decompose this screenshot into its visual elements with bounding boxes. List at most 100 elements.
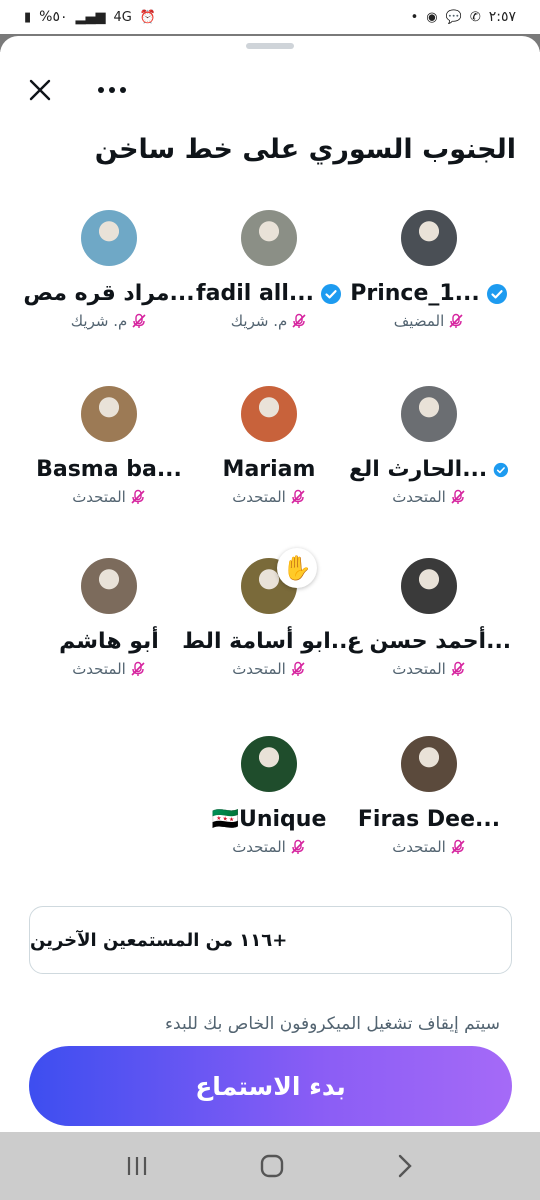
speaker-name: ابو أسامة الط... (182, 629, 356, 654)
close-icon (29, 79, 51, 101)
more-dot-icon (98, 87, 104, 93)
battery-icon: ▮ (24, 9, 32, 25)
speaker-name: fadil all... (189, 281, 349, 306)
mic-off-icon (292, 313, 306, 328)
chat-icon: 💬 (445, 9, 462, 25)
speaker-card[interactable]: 🇸🇾Unique المتحدث (189, 736, 349, 856)
speaker-name: Mariam (189, 457, 349, 482)
speaker-role: م. شريك (29, 312, 189, 330)
speaker-name-text: Prince_1... (350, 281, 480, 306)
speaker-name: 🇸🇾Unique (189, 807, 349, 832)
speaker-name-text: أبو هاشم (59, 629, 159, 654)
speaker-role: المتحدث (189, 838, 349, 856)
mic-off-icon (131, 661, 145, 676)
speaker-role: المتحدث (349, 660, 509, 678)
verified-badge-icon (486, 283, 507, 304)
listeners-count-card[interactable]: +١١٦ من المستمعين الآخرين (29, 906, 512, 974)
system-nav-bar (0, 1132, 540, 1200)
speaker-name-text: الحارث الع... (349, 457, 488, 482)
avatar[interactable] (401, 210, 457, 266)
home-icon[interactable] (257, 1151, 287, 1181)
app-icon: ◉ (426, 9, 438, 25)
mic-note: سيتم إيقاف تشغيل الميكروفون الخاص بك للب… (165, 1014, 500, 1034)
speaker-card[interactable]: Basma ba... المتحدث (29, 386, 189, 506)
speaker-role-text: المتحدث (72, 660, 126, 678)
speaker-card[interactable]: Prince_1... المضيف (349, 210, 509, 330)
alarm-icon: ⏰ (139, 9, 157, 25)
mic-off-icon (449, 313, 463, 328)
speaker-card[interactable]: ✋ ابو أسامة الط... المتحدث (182, 548, 356, 678)
speaker-role-text: المتحدث (392, 838, 446, 856)
sheet-grabber[interactable] (246, 43, 294, 49)
avatar[interactable] (401, 386, 457, 442)
status-right: • ◉ 💬 ✆ ٢:٥٧ (411, 9, 516, 25)
speaker-role: المضيف (349, 312, 509, 330)
speaker-role: المتحدث (189, 488, 349, 506)
network-type: 4G (113, 9, 132, 25)
avatar[interactable] (241, 386, 297, 442)
space-title: الجنوب السوري على خط ساخن (94, 134, 516, 165)
mic-off-icon (291, 839, 305, 854)
start-listening-button[interactable]: بدء الاستماع (29, 1046, 512, 1126)
avatar[interactable] (241, 736, 297, 792)
speaker-name: أبو هاشم (29, 629, 189, 654)
speaker-name: Prince_1... (349, 281, 509, 306)
clock: ٢:٥٧ (488, 9, 516, 25)
speaker-name: Basma ba... (29, 457, 189, 482)
mic-off-icon (451, 489, 465, 504)
speaker-card[interactable]: مراد قره مص... م. شريك (23, 210, 195, 330)
speaker-role: م. شريك (189, 312, 349, 330)
speaker-role: المتحدث (29, 660, 189, 678)
speaker-name: Firas Dee... (349, 807, 509, 832)
mic-off-icon (131, 489, 145, 504)
speaker-role-text: المتحدث (232, 660, 286, 678)
speaker-name: أحمد حسن ع... (347, 629, 511, 654)
recent-apps-icon[interactable] (123, 1153, 151, 1179)
avatar[interactable] (81, 210, 137, 266)
speaker-name-text: fadil all... (196, 281, 314, 306)
mic-off-icon (291, 661, 305, 676)
speaker-card[interactable]: الحارث الع... المتحدث (349, 386, 509, 506)
speaker-role-text: المتحدث (72, 488, 126, 506)
speaker-role-text: المضيف (393, 312, 445, 330)
speaker-role: المتحدث (349, 488, 509, 506)
avatar[interactable] (81, 386, 137, 442)
status-bar: ▮ %٥٠ ▂▄▆ 4G ⏰ • ◉ 💬 ✆ ٢:٥٧ (0, 0, 540, 34)
more-options-button[interactable] (92, 76, 132, 104)
dot-icon: • (410, 9, 419, 25)
speaker-card[interactable]: Firas Dee... المتحدث (349, 736, 509, 856)
speaker-card[interactable]: أحمد حسن ع... المتحدث (347, 558, 511, 678)
speaker-name-text: Firas Dee... (357, 807, 501, 832)
speaker-name-text: Mariam (222, 457, 316, 482)
verified-badge-icon (320, 283, 341, 304)
status-left: ▮ %٥٠ ▂▄▆ 4G ⏰ (24, 9, 156, 25)
avatar[interactable]: ✋ (241, 548, 317, 614)
mic-off-icon (132, 313, 146, 328)
avatar[interactable] (401, 558, 457, 614)
speaker-role-text: المتحدث (392, 660, 446, 678)
mic-off-icon (451, 839, 465, 854)
battery-level: %٥٠ (39, 9, 68, 25)
whatsapp-icon: ✆ (469, 9, 481, 25)
speaker-name: مراد قره مص... (23, 281, 194, 306)
close-button[interactable] (24, 74, 56, 106)
speaker-role-text: م. شريك (230, 312, 288, 330)
speaker-card[interactable]: أبو هاشم المتحدث (29, 558, 189, 678)
mic-off-icon (291, 489, 305, 504)
speaker-role-text: م. شريك (70, 312, 128, 330)
space-sheet: الجنوب السوري على خط ساخن Prince_1... الم… (0, 36, 540, 1132)
speaker-name-text: Basma ba... (36, 457, 182, 482)
speaker-role-text: المتحدث (232, 488, 286, 506)
avatar[interactable] (401, 736, 457, 792)
speaker-card[interactable]: fadil all... م. شريك (189, 210, 349, 330)
signal-icon: ▂▄▆ (75, 9, 106, 25)
mic-off-icon (451, 661, 465, 676)
speaker-name: الحارث الع... (349, 457, 509, 482)
speaker-name-text: ابو أسامة الط... (182, 629, 356, 654)
verified-badge-icon (493, 462, 509, 477)
back-icon[interactable] (393, 1151, 417, 1181)
avatar[interactable] (81, 558, 137, 614)
avatar[interactable] (241, 210, 297, 266)
speaker-name-text: مراد قره مص... (23, 281, 195, 306)
speaker-card[interactable]: Mariam المتحدث (189, 386, 349, 506)
